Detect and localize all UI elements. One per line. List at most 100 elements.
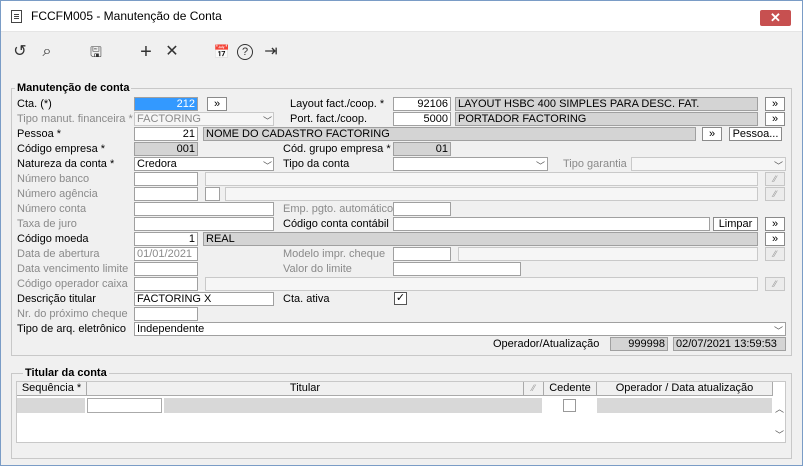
save-icon[interactable]: 🖫 <box>86 42 106 62</box>
agencia-name-field <box>225 187 758 201</box>
pessoa-nav-button[interactable]: » <box>702 127 722 141</box>
lookup-icon[interactable]: ⁄⁄ <box>765 247 785 261</box>
numero-conta-label: Número conta <box>17 203 87 215</box>
chevron-down-icon: ﹀ <box>263 161 273 171</box>
conta-contabil-input[interactable] <box>393 217 710 231</box>
chevron-down-icon: ﹀ <box>774 161 784 171</box>
layout-nav-button[interactable]: » <box>765 97 785 111</box>
help-icon[interactable]: ? <box>237 44 253 60</box>
search-icon[interactable]: ⌕ <box>37 42 57 62</box>
pessoa-input[interactable]: 21 <box>134 127 198 141</box>
chevron-down-icon: ﹀ <box>536 161 546 171</box>
grid-cell-titular[interactable] <box>164 398 542 413</box>
lookup-icon[interactable]: ⁄⁄ <box>765 277 785 291</box>
pessoa-name-field: NOME DO CADASTRO FACTORING <box>203 127 696 141</box>
toolbar: ↺ ⌕ 🖫 + ✕ 📅 ? ⇥ <box>1 32 802 70</box>
codigo-moeda-input[interactable]: 1 <box>134 232 198 246</box>
tipo-garantia-select[interactable] <box>631 157 786 171</box>
emp-pgto-input[interactable] <box>393 202 451 216</box>
conta-contabil-label: Código conta contábil <box>283 218 389 230</box>
chevron-down-icon: ﹀ <box>263 116 273 126</box>
title-bar: FCCFM005 - Manutenção de Conta ✕ <box>1 1 802 32</box>
chevron-down-icon: ﹀ <box>774 326 784 336</box>
port-nav-button[interactable]: » <box>765 112 785 126</box>
numero-banco-input[interactable] <box>134 172 198 186</box>
numero-banco-label: Número banco <box>17 173 90 185</box>
grid-cell-input[interactable] <box>87 398 162 413</box>
cod-grupo-label: Cód. grupo empresa * <box>283 143 391 155</box>
layout-name-field: LAYOUT HSBC 400 SIMPLES PARA DESC. FAT. <box>455 97 758 111</box>
port-input[interactable]: 5000 <box>393 112 451 126</box>
tipo-manut-label: Tipo manut. financeira * <box>17 113 133 125</box>
exit-icon[interactable]: ⇥ <box>261 42 281 62</box>
grid-cell-sequencia[interactable] <box>17 398 85 413</box>
descricao-label: Descrição titular <box>17 293 96 305</box>
titular-title: Titular da conta <box>23 367 109 379</box>
agencia-dv-input[interactable] <box>205 187 220 201</box>
cta-input[interactable]: 212 <box>134 97 198 111</box>
data-venc-input[interactable] <box>134 262 198 276</box>
port-label: Port. fact./coop. <box>290 113 368 125</box>
taxa-juro-input[interactable] <box>134 217 274 231</box>
descricao-input[interactable]: FACTORING X <box>134 292 274 306</box>
codigo-operador-input[interactable] <box>134 277 198 291</box>
lookup-icon[interactable]: ⁄⁄ <box>765 187 785 201</box>
maintenance-title: Manutenção de conta <box>15 82 132 94</box>
conta-contabil-nav-button[interactable]: » <box>765 217 785 231</box>
limpar-button[interactable]: Limpar <box>713 217 758 231</box>
scroll-up-icon[interactable]: ︿ <box>775 402 784 415</box>
valor-limite-label: Valor do limite <box>283 263 352 275</box>
atualizacao-field: 02/07/2021 13:59:53 <box>673 337 786 351</box>
tipo-manut-select[interactable]: FACTORING <box>134 112 274 126</box>
col-titular[interactable]: Titular <box>87 382 524 396</box>
scroll-down-icon[interactable]: ﹀ <box>775 428 784 441</box>
tipo-garantia-label: Tipo garantia <box>563 158 627 170</box>
codigo-empresa-label: Código empresa * <box>17 143 106 155</box>
close-button[interactable]: ✕ <box>760 10 791 26</box>
moeda-name-field: REAL <box>203 232 758 246</box>
codigo-empresa-field: 001 <box>134 142 198 156</box>
tipo-conta-label: Tipo da conta <box>283 158 350 170</box>
numero-agencia-input[interactable] <box>134 187 198 201</box>
col-operador[interactable]: Operador / Data atualização <box>597 382 773 396</box>
undo-icon[interactable]: ↺ <box>10 42 30 62</box>
col-cedente[interactable]: Cedente <box>544 382 597 396</box>
col-sequencia[interactable]: Sequência * <box>17 382 87 396</box>
main-window: FCCFM005 - Manutenção de Conta ✕ ↺ ⌕ 🖫 +… <box>0 0 803 466</box>
data-abertura-input[interactable]: 01/01/2021 <box>134 247 198 261</box>
operador-name-field <box>205 277 758 291</box>
emp-pgto-label: Emp. pgto. automático <box>283 203 394 215</box>
pessoa-button[interactable]: Pessoa... <box>729 127 782 141</box>
modelo-cheque-name-field <box>458 247 758 261</box>
operador-field: 999998 <box>610 337 668 351</box>
titular-grid: Sequência * Titular ⁄⁄ Cedente Operador … <box>16 381 786 443</box>
cod-grupo-field: 01 <box>393 142 451 156</box>
calendar-icon[interactable]: 📅 <box>212 42 232 62</box>
valor-limite-input[interactable] <box>393 262 521 276</box>
port-name-field: PORTADOR FACTORING <box>455 112 758 126</box>
moeda-nav-button[interactable]: » <box>765 232 785 246</box>
lookup-icon[interactable]: ⁄⁄ <box>765 172 785 186</box>
cta-ativa-checkbox[interactable]: ✓ <box>394 292 407 305</box>
layout-input[interactable]: 92106 <box>393 97 451 111</box>
cta-label: Cta. (*) <box>17 98 52 110</box>
numero-conta-input[interactable] <box>134 202 274 216</box>
grid-cell-operador <box>597 398 772 413</box>
delete-icon[interactable]: ✕ <box>162 42 182 62</box>
tipo-conta-select[interactable] <box>393 157 548 171</box>
codigo-moeda-label: Código moeda <box>17 233 89 245</box>
nr-cheque-input[interactable] <box>134 307 198 321</box>
cedente-checkbox[interactable] <box>563 399 576 412</box>
cta-nav-button[interactable]: » <box>207 97 227 111</box>
banco-name-field <box>205 172 758 186</box>
modelo-cheque-input[interactable] <box>393 247 451 261</box>
tipo-arq-select[interactable]: Independente <box>134 322 786 336</box>
add-icon[interactable]: + <box>136 42 156 62</box>
layout-label: Layout fact./coop. * <box>290 98 385 110</box>
cta-ativa-label: Cta. ativa <box>283 293 330 305</box>
natureza-select[interactable]: Credora <box>134 157 274 171</box>
nr-cheque-label: Nr. do próximo cheque <box>17 308 128 320</box>
data-venc-label: Data vencimento limite <box>17 263 129 275</box>
lookup-icon[interactable]: ⁄⁄ <box>524 382 544 396</box>
codigo-operador-label: Código operador caixa <box>17 278 128 290</box>
